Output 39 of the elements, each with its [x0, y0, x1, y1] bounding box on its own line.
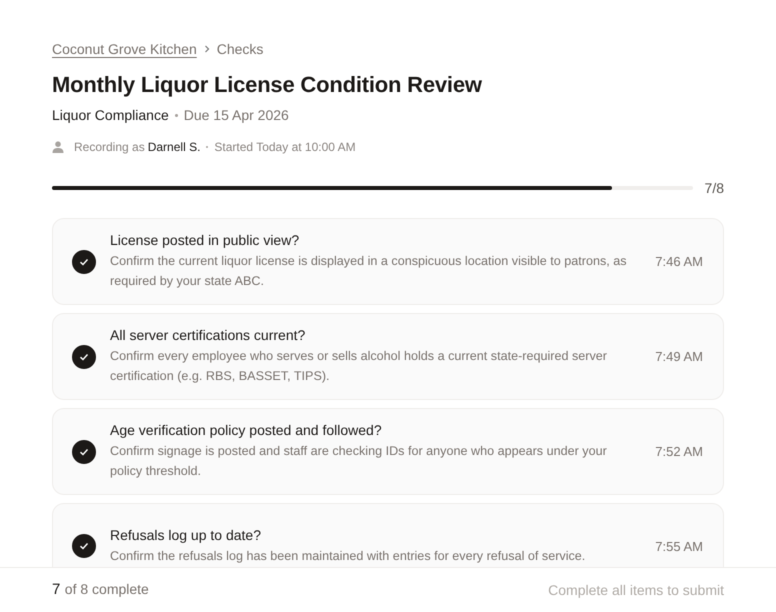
check-icon: [79, 446, 89, 456]
chevron-icon: [204, 45, 210, 53]
checklist-card[interactable]: Age verification policy posted and followed? Confirm signage is posted and staff are checking IDs for anyone who appears under your policy threshold. 7:52 AM: [52, 408, 724, 495]
checkbox[interactable]: [72, 344, 96, 368]
checkbox[interactable]: [72, 250, 96, 274]
item-description: Confirm every employee who serves or sells alcohol holds a current state-required server certification (e.g. RBS, BASSET, TIPS).: [110, 348, 608, 385]
item-time: 7:52 AM: [655, 444, 703, 459]
item-description: Confirm the refusals log has been maintained with entries for every refusal of service.: [110, 548, 586, 565]
recording-label: Recording as: [74, 140, 145, 154]
check-icon: [79, 256, 89, 266]
started-time: Started Today at 10:00 AM: [214, 140, 356, 154]
item-time: 7:49 AM: [655, 349, 703, 364]
checkbox[interactable]: [72, 440, 96, 464]
category-label: Liquor Compliance: [52, 107, 169, 123]
checklist-card[interactable]: All server certifications current? Confirm every employee who serves or sells alcohol holds a current state-required server certification (e.g. RBS, BASSET, TIPS). 7:49 AM: [52, 313, 724, 400]
item-title: License posted in public view?: [110, 232, 300, 248]
separator-dot: [206, 146, 208, 148]
separator-dot: [174, 114, 178, 116]
checkbox[interactable]: [72, 534, 96, 558]
checklist-card[interactable]: Refusals log up to date? Confirm the refusals log has been maintained with entries for every refusal of service. 7:55 AM: [52, 503, 724, 567]
progress-reading: 7/8: [704, 180, 724, 196]
page-title: Monthly Liquor License Condition Review: [52, 72, 483, 98]
item-title: Age verification policy posted and followed?: [110, 422, 383, 438]
breadcrumb-current: Checks: [216, 41, 264, 57]
breadcrumb-link[interactable]: Coconut Grove Kitchen: [52, 41, 197, 57]
due-date: Due 15 Apr 2026: [184, 107, 289, 123]
complete-count: 7: [52, 581, 60, 598]
item-title: Refusals log up to date?: [110, 526, 262, 542]
check-icon: [79, 352, 89, 362]
checklist-card[interactable]: License posted in public view? Confirm the current liquor license is displayed in a conspicuous location visible to patrons, as required by your state ABC. 7:46 AM: [52, 218, 724, 305]
item-description: Confirm signage is posted and staff are checking IDs for anyone who appears under your policy threshold.: [110, 443, 608, 480]
complete-label: of 8 complete: [64, 581, 149, 597]
user-name: Darnell S.: [148, 140, 200, 154]
person-icon: [52, 141, 64, 153]
item-time: 7:46 AM: [655, 254, 703, 269]
item-description: Confirm the current liquor license is displayed in a conspicuous location visible to patrons, as required by your state ABC.: [110, 253, 628, 290]
item-title: All server certifications current?: [110, 327, 306, 343]
item-time: 7:55 AM: [655, 538, 703, 554]
check-icon: [79, 541, 89, 551]
